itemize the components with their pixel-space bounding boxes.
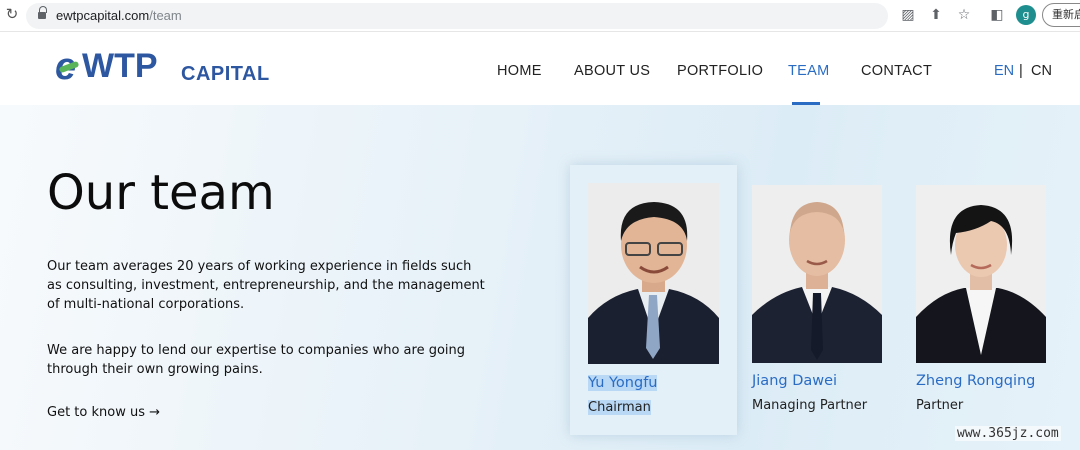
team-card[interactable]: Zheng Rongqing Partner <box>916 183 1066 423</box>
team-card[interactable]: Yu Yongfu Chairman <box>570 165 737 435</box>
member-role: Chairman <box>588 400 651 415</box>
watermark: www.365jz.com <box>955 426 1061 441</box>
hero-section: Our team Our team averages 20 years of w… <box>0 105 1080 450</box>
member-role: Partner <box>916 398 964 413</box>
member-name[interactable]: Yu Yongfu <box>588 375 658 391</box>
browser-toolbar: ↻ ewtpcapital.com/team ▨ ⬆ ☆ ◧ g 重新启 <box>0 0 1080 32</box>
relaunch-button[interactable]: 重新启 <box>1042 3 1080 27</box>
member-name[interactable]: Jiang Dawei <box>752 373 837 389</box>
reload-icon[interactable]: ↻ <box>4 6 20 22</box>
member-photo[interactable] <box>588 183 719 364</box>
lock-icon[interactable] <box>38 6 47 20</box>
nav-home[interactable]: HOME <box>497 63 542 79</box>
member-name[interactable]: Zheng Rongqing <box>916 373 1035 389</box>
side-panel-icon[interactable]: ◧ <box>987 5 1007 25</box>
nav-contact[interactable]: CONTACT <box>861 63 932 79</box>
url-text[interactable]: ewtpcapital.com/team <box>56 8 182 23</box>
nav-about-us[interactable]: ABOUT US <box>574 63 650 79</box>
bookmark-star-icon[interactable]: ☆ <box>954 5 974 25</box>
portrait-image <box>916 185 1046 363</box>
team-card[interactable]: Jiang Dawei Managing Partner <box>752 183 902 423</box>
page-title: Our team <box>47 165 275 221</box>
address-bar[interactable]: ewtpcapital.com/team <box>26 3 888 29</box>
portrait-image <box>752 185 882 363</box>
nav-team[interactable]: TEAM <box>788 63 829 79</box>
nav-portfolio[interactable]: PORTFOLIO <box>677 63 763 79</box>
portrait-image <box>588 183 719 364</box>
site-header: e WTP CAPITAL HOME ABOUT US PORTFOLIO TE… <box>0 32 1080 105</box>
lang-en[interactable]: EN <box>994 63 1014 79</box>
member-role: Managing Partner <box>752 398 868 413</box>
share-icon[interactable]: ⬆ <box>926 5 946 25</box>
lang-cn[interactable]: CN <box>1031 63 1052 79</box>
logo-capital: CAPITAL <box>181 63 270 85</box>
member-photo[interactable] <box>752 185 882 363</box>
logo-wtp: WTP <box>82 47 158 85</box>
profile-avatar[interactable]: g <box>1016 5 1036 25</box>
intro-paragraph: Our team averages 20 years of working ex… <box>47 259 485 312</box>
get-to-know-us-link[interactable]: Get to know us → <box>47 405 160 420</box>
lang-separator: | <box>1019 63 1023 79</box>
translate-icon[interactable]: ▨ <box>898 5 918 25</box>
member-photo[interactable] <box>916 185 1046 363</box>
expertise-paragraph: We are happy to lend our expertise to co… <box>47 343 466 377</box>
